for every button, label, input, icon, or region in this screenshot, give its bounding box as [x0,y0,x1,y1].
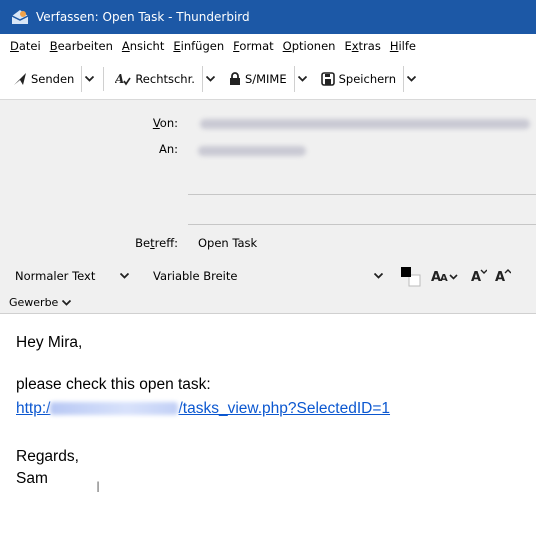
svg-text:A: A [471,270,481,283]
to-label: An: [158,142,178,156]
send-dropdown[interactable] [81,65,97,92]
lock-icon [229,71,240,85]
chevron-down-icon [374,273,383,279]
svg-text:A: A [115,72,124,86]
font-size-icon: A A [431,270,458,284]
gewerbe-dropdown[interactable]: Gewerbe [0,292,536,314]
save-icon [320,71,335,86]
chevron-down-icon [205,75,215,82]
closing-text: Regards, [16,448,79,465]
chevron-down-icon [85,75,95,82]
from-address-redacted[interactable] [200,119,530,129]
decrease-font-icon: A [471,269,488,285]
format-toolbar: Normaler Text Variable Breite A A A A [0,260,536,292]
window-title: Verfassen: Open Task - Thunderbird [36,10,250,24]
menu-view[interactable]: Ansicht [122,39,164,53]
signature-text: Sam [16,470,48,487]
increase-font-size-button[interactable]: A [495,267,512,286]
compose-header: Von: An: Betreff: [0,100,536,260]
paragraph-style-select[interactable]: Normaler Text [9,265,135,287]
menu-format[interactable]: Format [233,39,274,53]
compose-toolbar: Senden A Rechtschr. S/MIME Speichern [0,58,536,100]
to-address-redacted[interactable] [198,146,306,156]
svg-text:A: A [440,273,448,284]
intro-text: please check this open task: [16,376,211,393]
menu-bar: Datei Bearbeiten Ansicht Einfügen Format… [0,34,536,58]
recipient-row-divider [188,224,536,225]
text-color-icon [401,267,421,287]
smime-button[interactable]: S/MIME [226,66,290,92]
svg-text:A: A [495,270,505,283]
text-color-button[interactable] [399,265,421,287]
smime-dropdown[interactable] [293,65,310,92]
menu-insert[interactable]: Einfügen [173,39,224,53]
spellcheck-dropdown[interactable] [201,65,218,92]
message-body-editor[interactable]: Hey Mira, please check this open task: h… [0,314,536,546]
task-link[interactable]: http://tasks_view.php?SelectedID=1 [16,400,390,418]
save-dropdown[interactable] [403,65,419,92]
menu-options[interactable]: Optionen [283,39,336,53]
from-label: Von: [152,116,178,130]
spellcheck-button[interactable]: A Rechtschr. [112,66,198,92]
menu-edit[interactable]: Bearbeiten [50,39,113,53]
decrease-font-size-button[interactable]: A [471,267,488,286]
font-size-button[interactable]: A A [431,268,459,284]
subject-label: Betreff: [135,236,178,250]
save-button[interactable]: Speichern [318,66,399,92]
chevron-down-icon [120,273,129,279]
recipient-row-divider [188,194,536,195]
menu-file[interactable]: Datei [10,39,41,53]
menu-extras[interactable]: Extras [344,39,380,53]
greeting-text: Hey Mira, [16,334,83,351]
spellcheck-icon: A [115,72,131,86]
send-button[interactable]: Senden [10,66,77,92]
font-select[interactable]: Variable Breite [147,265,389,287]
send-icon [14,72,26,85]
thunderbird-icon [11,10,29,24]
subject-input[interactable]: Open Task [198,236,257,250]
chevron-down-icon [297,75,307,82]
link-host-redacted [50,402,179,416]
chevron-down-icon [407,75,416,82]
toolbar-separator [103,66,105,91]
menu-help[interactable]: Hilfe [390,39,416,53]
chevron-down-icon [62,299,72,306]
increase-font-icon: A [495,268,512,285]
text-cursor-icon: I [96,480,101,496]
title-bar: Verfassen: Open Task - Thunderbird [0,0,536,34]
